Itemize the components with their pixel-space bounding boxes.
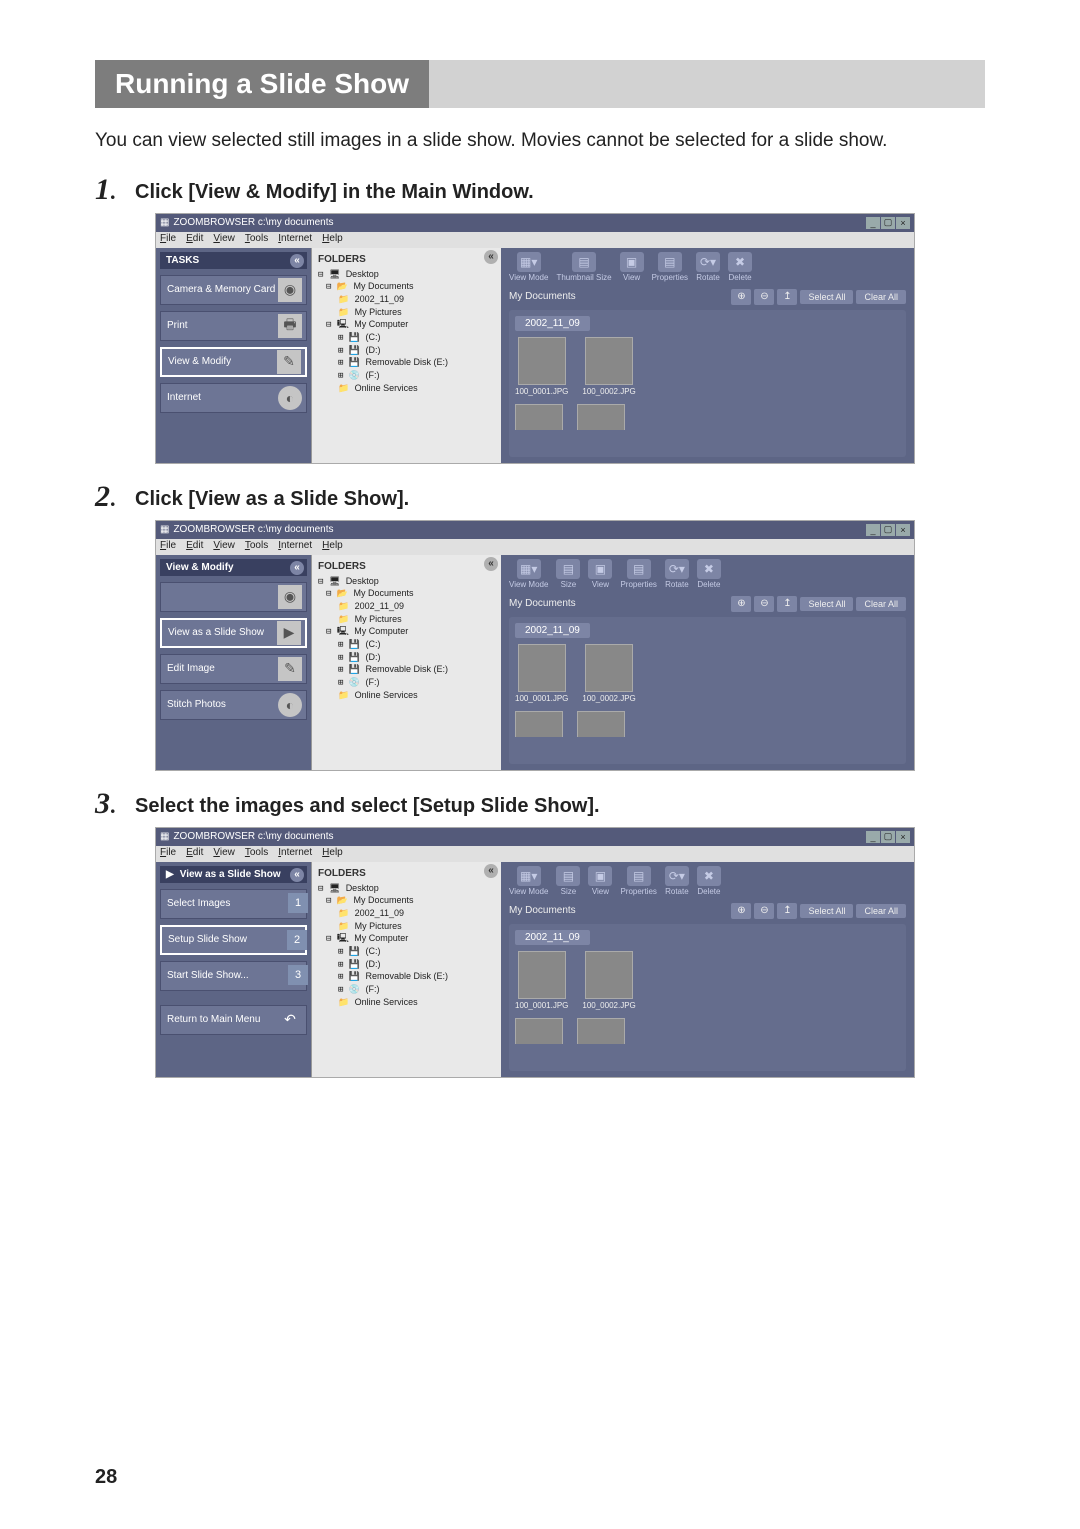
folders-header: FOLDERS: [318, 254, 366, 265]
step-3-text: Select the images and select [Setup Slid…: [135, 789, 600, 818]
tool-viewmode[interactable]: ▦▾View Mode: [509, 252, 548, 282]
task-internet[interactable]: Internet ◐: [160, 383, 307, 413]
tool-thumbsize[interactable]: ▤Thumbnail Size: [556, 252, 611, 282]
step-1: 1. Click [View & Modify] in the Main Win…: [95, 175, 985, 205]
task-return-main[interactable]: Return to Main Menu ↶: [160, 1005, 307, 1035]
zoom-in-icon[interactable]: ⊕: [731, 289, 751, 305]
minimize-icon[interactable]: _: [866, 524, 880, 536]
menu-tools[interactable]: Tools: [245, 233, 268, 247]
window-title: ZOOMBROWSER c:\my documents: [173, 217, 333, 228]
app-icon: ▦: [160, 217, 169, 228]
task-stitch[interactable]: Stitch Photos ◐: [160, 690, 307, 720]
thumbnails-area: 2002_11_09 100_0001.JPG 100_0002.JPG: [509, 310, 906, 457]
menu-edit[interactable]: Edit: [186, 233, 203, 247]
app-icon: ▦: [160, 831, 169, 842]
stitch-icon: ◐: [278, 693, 302, 717]
thumb-3[interactable]: [515, 404, 563, 430]
task-blank[interactable]: ◉: [160, 582, 307, 612]
section-heading: Running a Slide Show: [95, 60, 429, 108]
up-icon[interactable]: ↥: [777, 289, 797, 305]
step-num-2: 2: [95, 480, 110, 513]
return-icon: ↶: [278, 1008, 302, 1032]
camera-icon: ◉: [278, 278, 302, 302]
tasks-panel: TASKS « Camera & Memory Card ◉ Print 🖶 V…: [156, 248, 311, 463]
view-toolbar: ▦▾View Mode ▤Thumbnail Size ▣View ▤Prope…: [501, 248, 914, 286]
step-num-1: 1: [95, 173, 110, 206]
thumb-1[interactable]: 100_0001.JPG: [515, 337, 568, 396]
app-icon: ▦: [160, 524, 169, 535]
slideshow-icon: ▶: [277, 621, 301, 645]
collapse-icon[interactable]: «: [484, 250, 498, 264]
task-camera[interactable]: Camera & Memory Card ◉: [160, 275, 307, 305]
section-heading-bar: Running a Slide Show: [95, 60, 985, 108]
intro-text: You can view selected still images in a …: [95, 128, 985, 155]
minimize-icon[interactable]: _: [866, 217, 880, 229]
path-label: My Documents: [509, 291, 576, 302]
task-setup-slideshow[interactable]: Setup Slide Show 2: [160, 925, 307, 955]
thumb-4[interactable]: [577, 404, 625, 430]
content-panel: ▦▾View Mode ▤Thumbnail Size ▣View ▤Prope…: [501, 248, 914, 463]
globe-icon: ◐: [278, 386, 302, 410]
step-num-3: 3: [95, 787, 110, 820]
step-2: 2. Click [View as a Slide Show].: [95, 482, 985, 512]
menu-help[interactable]: Help: [322, 233, 343, 247]
select-all-button[interactable]: Select All: [800, 290, 853, 304]
menu-view[interactable]: View: [213, 233, 235, 247]
collapse-icon[interactable]: «: [290, 254, 304, 268]
zoom-out-icon[interactable]: ⊖: [754, 289, 774, 305]
screenshot-3: ▦ZOOMBROWSER c:\my documents _▢× FileEdi…: [155, 827, 915, 1078]
edit-icon: ✎: [277, 350, 301, 374]
folder-tree[interactable]: ⊟ 🖥 Desktop ⊟ 📂 My Documents 📁 2002_11_0…: [316, 269, 497, 396]
task-edit-image[interactable]: Edit Image ✎: [160, 654, 307, 684]
task-slideshow[interactable]: View as a Slide Show ▶: [160, 618, 307, 648]
page-number: 28: [95, 1466, 117, 1489]
clear-all-button[interactable]: Clear All: [856, 290, 906, 304]
title-bar: ▦ ZOOMBROWSER c:\my documents _ ▢ ×: [156, 214, 914, 232]
close-icon[interactable]: ×: [896, 217, 910, 229]
maximize-icon[interactable]: ▢: [881, 524, 895, 536]
step-2-text: Click [View as a Slide Show].: [135, 482, 409, 511]
camera-icon: ◉: [278, 585, 302, 609]
screenshot-1: ▦ ZOOMBROWSER c:\my documents _ ▢ × File…: [155, 213, 915, 464]
tool-view[interactable]: ▣View: [620, 252, 644, 282]
task-print[interactable]: Print 🖶: [160, 311, 307, 341]
step-3: 3. Select the images and select [Setup S…: [95, 789, 985, 819]
screenshot-2: ▦ZOOMBROWSER c:\my documents _▢× FileEdi…: [155, 520, 915, 771]
maximize-icon[interactable]: ▢: [881, 217, 895, 229]
menu-bar[interactable]: File Edit View Tools Internet Help: [156, 232, 914, 248]
task-view-modify[interactable]: View & Modify ✎: [160, 347, 307, 377]
folders-panel: FOLDERS « ⊟ 🖥 Desktop ⊟ 📂 My Documents 📁…: [311, 248, 501, 463]
tasks-header: TASKS «: [160, 252, 307, 269]
tool-properties[interactable]: ▤Properties: [652, 252, 688, 282]
slideshow-icon: ▶: [166, 869, 174, 880]
thumb-2[interactable]: 100_0002.JPG: [582, 337, 635, 396]
print-icon: 🖶: [278, 314, 302, 338]
edit-icon: ✎: [278, 657, 302, 681]
collapse-icon[interactable]: «: [290, 561, 304, 575]
close-icon[interactable]: ×: [896, 524, 910, 536]
tool-delete[interactable]: ✖Delete: [728, 252, 752, 282]
step-1-text: Click [View & Modify] in the Main Window…: [135, 175, 534, 204]
task-start-slideshow[interactable]: Start Slide Show... 3: [160, 961, 307, 991]
task-select-images[interactable]: Select Images 1: [160, 889, 307, 919]
tool-rotate[interactable]: ⟳▾Rotate: [696, 252, 720, 282]
menu-file[interactable]: File: [160, 233, 176, 247]
folder-tab[interactable]: 2002_11_09: [515, 316, 590, 331]
menu-internet[interactable]: Internet: [278, 233, 312, 247]
